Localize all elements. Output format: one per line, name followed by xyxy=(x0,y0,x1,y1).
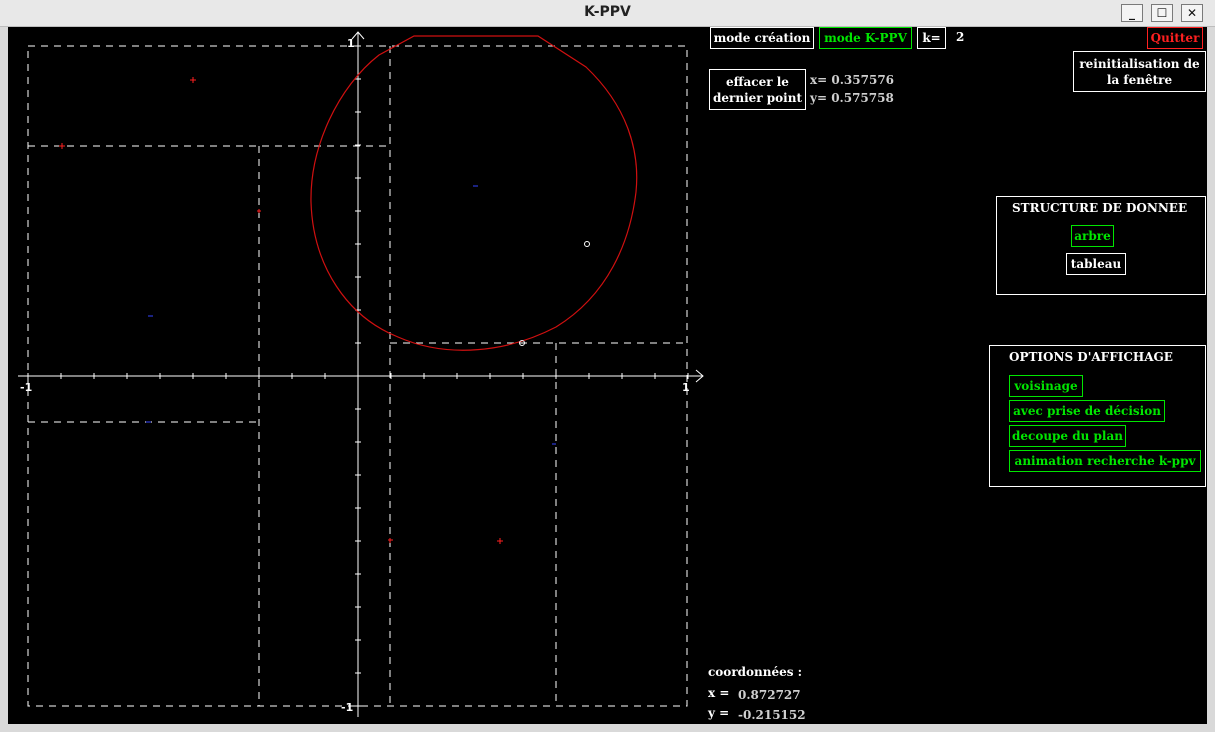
reset-window-button[interactable]: reinitialisation de la fenêtre xyxy=(1073,51,1206,92)
axes xyxy=(18,31,704,717)
blue-points xyxy=(146,185,556,445)
coord-y-label: y = xyxy=(708,706,730,720)
title-bar: K-PPV _ ☐ ✕ xyxy=(0,0,1215,27)
x-axis-max-label: 1 xyxy=(682,381,690,394)
maximize-button[interactable]: ☐ xyxy=(1151,4,1173,22)
close-button[interactable]: ✕ xyxy=(1181,4,1203,22)
red-point xyxy=(388,538,393,543)
k-value: 2 xyxy=(956,30,965,44)
coord-y-value: -0.215152 xyxy=(738,708,806,722)
red-points xyxy=(59,77,503,544)
red-point xyxy=(257,209,261,213)
red-point xyxy=(190,77,196,83)
tableau-button[interactable]: tableau xyxy=(1066,253,1126,275)
display-options-title: OPTIONS D'AFFICHAGE xyxy=(1009,350,1173,364)
red-point xyxy=(497,538,503,544)
mode-kppv-button[interactable]: mode K-PPV xyxy=(819,27,912,49)
window-title: K-PPV xyxy=(584,4,631,20)
y-axis-max-label: 1 xyxy=(347,37,355,50)
red-point xyxy=(59,143,65,149)
application-canvas: -1 1 1 -1 mode création mode K-PPV k= 2 … xyxy=(8,27,1207,724)
cursor-y-readout: y= 0.575758 xyxy=(810,91,894,105)
cursor-x-readout: x= 0.357576 xyxy=(810,73,895,87)
y-axis-min-label: -1 xyxy=(341,701,353,714)
arbre-button[interactable]: arbre xyxy=(1071,225,1114,247)
neighbourhood-circle xyxy=(310,35,638,351)
animation-recherche-toggle[interactable]: animation recherche k-ppv xyxy=(1009,450,1201,472)
data-structure-title: STRUCTURE DE DONNEE xyxy=(1012,201,1188,215)
plot-area[interactable]: -1 1 1 -1 xyxy=(8,27,708,724)
prise-de-decision-toggle[interactable]: avec prise de décision xyxy=(1009,400,1165,422)
mode-creation-button[interactable]: mode création xyxy=(710,27,814,49)
erase-last-point-button[interactable]: effacer le dernier point xyxy=(709,69,806,110)
k-label-button[interactable]: k= xyxy=(917,27,946,49)
decoupe-du-plan-toggle[interactable]: decoupe du plan xyxy=(1009,425,1126,447)
voisinage-toggle[interactable]: voisinage xyxy=(1009,375,1083,397)
nearest-neighbour-marker xyxy=(584,241,590,247)
coord-x-value: 0.872727 xyxy=(738,688,801,702)
minimize-button[interactable]: _ xyxy=(1121,4,1143,22)
coord-x-label: x = xyxy=(708,686,730,700)
quit-button[interactable]: Quitter xyxy=(1147,27,1203,49)
coordinates-title: coordonnées : xyxy=(708,665,803,679)
x-axis-min-label: -1 xyxy=(20,381,32,394)
